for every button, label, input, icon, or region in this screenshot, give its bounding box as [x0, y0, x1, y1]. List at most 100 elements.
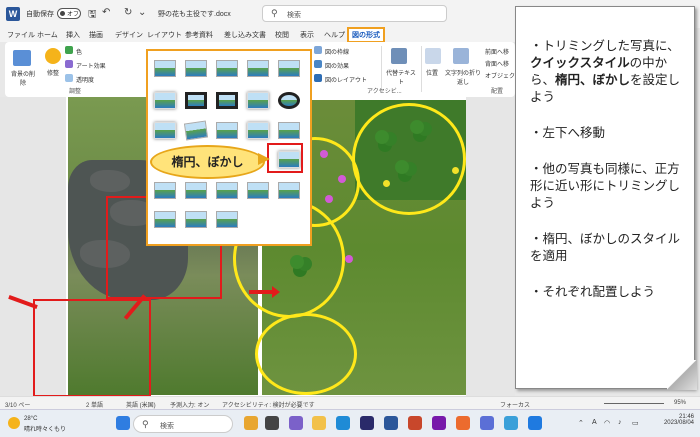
tab-help[interactable]: ヘルプ [324, 30, 345, 40]
style-thumb[interactable] [216, 122, 238, 139]
style-thumb[interactable] [185, 182, 207, 199]
accessibility-status[interactable]: アクセシビリティ: 検討が必要です [222, 400, 315, 409]
volume-icon[interactable]: ♪ [618, 419, 622, 426]
autosave-toggle[interactable]: オフ [57, 8, 81, 19]
picture-layout-button[interactable]: 図のレイアウト [325, 75, 367, 84]
style-thumb[interactable] [185, 92, 207, 109]
artistic-effects-button[interactable]: アート効果 [76, 61, 106, 70]
tab-picture-format[interactable]: 図の形式 [347, 27, 385, 43]
onenote-icon[interactable] [432, 416, 446, 430]
start-icon[interactable] [116, 416, 130, 430]
word-count[interactable]: 2 単語 [86, 400, 103, 409]
remove-background-icon[interactable] [13, 50, 31, 66]
style-thumb[interactable] [154, 211, 176, 228]
style-thumb[interactable] [278, 182, 300, 199]
picture-border-button[interactable]: 図の枠線 [325, 47, 349, 56]
tab-references[interactable]: 参考資料 [185, 30, 213, 40]
bring-forward-button[interactable]: 前面へ移 [485, 47, 509, 56]
page-count[interactable]: 3/10 ペー [5, 400, 30, 409]
style-thumb[interactable] [154, 92, 176, 109]
tab-review[interactable]: 校閲 [275, 30, 289, 40]
style-thumb[interactable] [278, 122, 300, 139]
tray-chevron-icon[interactable]: ⌃ [578, 419, 584, 427]
style-thumb[interactable] [154, 122, 176, 139]
toggle-knob [60, 11, 65, 16]
style-thumb[interactable] [185, 211, 207, 228]
autosave-label: 自動保存 [26, 11, 54, 18]
language[interactable]: 英語 (米国) [126, 400, 156, 409]
app-icon[interactable] [480, 416, 494, 430]
clock[interactable]: 21:46 2023/08/04 [648, 414, 694, 426]
tab-draw[interactable]: 描画 [89, 30, 103, 40]
style-thumb[interactable] [216, 211, 238, 228]
picture-effects-button[interactable]: 図の効果 [325, 61, 349, 70]
tab-home[interactable]: ホーム [37, 30, 58, 40]
transparency-button[interactable]: 透明度 [76, 75, 94, 84]
style-thumb[interactable] [247, 182, 269, 199]
send-backward-button[interactable]: 背面へ移 [485, 59, 509, 68]
style-thumb[interactable] [278, 60, 300, 77]
text-predictions[interactable]: 予測入力: オン [170, 400, 209, 409]
ime-indicator[interactable]: A [592, 419, 597, 426]
style-thumb[interactable] [247, 122, 269, 139]
red-arrow-head [272, 286, 280, 298]
title-search-box[interactable]: ⚲ 検索 [262, 5, 447, 22]
task-view-icon[interactable] [265, 416, 279, 430]
tab-view[interactable]: 表示 [300, 30, 314, 40]
style-thumb[interactable] [278, 92, 300, 109]
alt-text-icon[interactable] [391, 48, 407, 64]
style-thumb[interactable] [216, 182, 238, 199]
wifi-icon[interactable]: ◠ [604, 419, 610, 427]
zoom-level[interactable]: 95% [674, 400, 686, 406]
powerpoint-icon[interactable] [408, 416, 422, 430]
tab-layout[interactable]: レイアウト [147, 30, 182, 40]
style-thumb[interactable] [247, 92, 269, 109]
tab-design[interactable]: デザイン [115, 30, 143, 40]
corrections-icon[interactable] [45, 48, 61, 64]
style-thumb[interactable] [216, 92, 238, 109]
search-icon: ⚲ [142, 419, 149, 429]
edge-icon[interactable] [336, 416, 350, 430]
position-label[interactable]: 位置 [426, 68, 438, 77]
app-icon[interactable] [504, 416, 518, 430]
position-icon[interactable] [425, 48, 441, 64]
autosave-state: オフ [67, 12, 80, 18]
tab-insert[interactable]: 挿入 [66, 30, 80, 40]
vscode-icon[interactable] [528, 416, 542, 430]
zoom-slider[interactable] [604, 403, 664, 404]
stepping-stone [90, 170, 130, 192]
tab-file[interactable]: ファイル [7, 30, 35, 40]
wrap-text-label[interactable]: 文字列の折り返し [445, 68, 481, 86]
corrections-label[interactable]: 修整 [47, 68, 59, 77]
document-name[interactable]: 野の花も主役です.docx [158, 9, 231, 19]
selection-pane-button[interactable]: オブジェク [485, 71, 515, 80]
wrap-text-icon[interactable] [453, 48, 469, 64]
app-icon[interactable] [456, 416, 470, 430]
style-thumb[interactable] [185, 60, 207, 77]
remove-background-label[interactable]: 背景の削除 [11, 69, 35, 87]
color-button[interactable]: 色 [76, 47, 82, 56]
store-icon[interactable] [360, 416, 374, 430]
style-thumb[interactable] [247, 60, 269, 77]
style-thumb[interactable] [216, 60, 238, 77]
customize-qat-icon[interactable]: ⌄ [138, 7, 146, 18]
note-step-1-d: 楕円、ぼかし [555, 72, 631, 87]
word-taskbar-icon[interactable] [384, 416, 398, 430]
note-step-1-b: クイックスタイル [530, 55, 630, 70]
pink-flower [345, 255, 353, 263]
tab-mailings[interactable]: 差し込み文書 [224, 30, 266, 40]
focus-mode[interactable]: フォーカス [500, 400, 530, 409]
style-thumb[interactable] [154, 60, 176, 77]
adjust-group-label: 調整 [69, 89, 82, 95]
undo-icon[interactable]: ↶ [102, 7, 110, 18]
explorer-icon[interactable] [312, 416, 326, 430]
style-thumb[interactable] [154, 182, 176, 199]
teams-icon[interactable] [289, 416, 303, 430]
style-thumb[interactable] [183, 120, 209, 141]
redo-icon[interactable]: ↻ [124, 7, 132, 18]
battery-icon[interactable]: ▭ [632, 419, 639, 427]
taskbar-search[interactable]: ⚲ 検索 [133, 415, 233, 433]
alt-text-label[interactable]: 代替テキスト [385, 68, 417, 86]
save-icon[interactable]: 🖫 [88, 7, 97, 24]
taskbar-app-icon[interactable] [244, 416, 258, 430]
